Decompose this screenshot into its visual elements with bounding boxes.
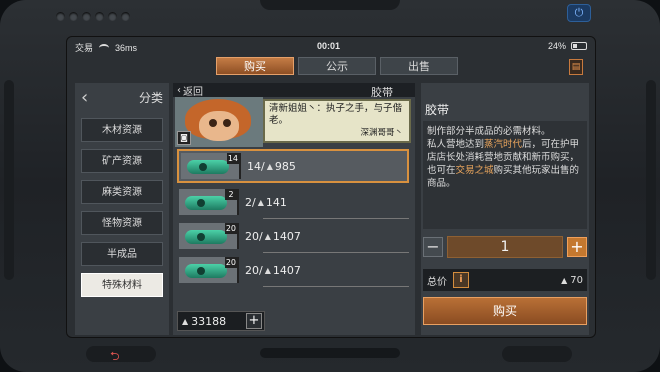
- detail-description: 制作部分半成品的必需材料。 私人营地达到蒸汽时代后，可在护甲店店长处消耗营地贡献…: [423, 121, 587, 229]
- item-stock: 2/: [245, 195, 256, 209]
- right-side-notch: [646, 80, 656, 280]
- category-sidebar: ‹ 分类 木材资源 矿产资源 麻类资源 怪物资源 半成品 特殊材料: [75, 83, 169, 335]
- sidebar-item-semi-finished[interactable]: 半成品: [81, 242, 163, 266]
- back-button[interactable]: ‹ 返回: [173, 83, 203, 98]
- return-button[interactable]: ⮌: [86, 346, 156, 363]
- coin-icon: ▲: [182, 316, 189, 326]
- tape-icon: 20: [179, 257, 239, 283]
- sidebar-item-wood[interactable]: 木材资源: [81, 118, 163, 142]
- sidebar-item-hemp[interactable]: 麻类资源: [81, 180, 163, 204]
- clock: 00:01: [317, 41, 341, 51]
- add-currency-button[interactable]: +: [246, 313, 262, 329]
- sidebar-title: 分类: [138, 90, 163, 105]
- total-label: 总价: [427, 276, 447, 288]
- bubble-message: 清新姐姐丶：执子之手，与子偕老。: [269, 103, 403, 126]
- speech-bubble: 清新姐姐丶：执子之手，与子偕老。 深渊哥哥丶: [263, 99, 411, 143]
- return-icon: ⮌: [110, 349, 120, 363]
- screen: 交易 36ms 00:01 24% 购买 公示 出售 ▤ ‹ 分类 木材资源 矿…: [66, 36, 596, 338]
- status-bar: 交易 36ms 00:01 24%: [67, 37, 595, 55]
- decrease-button[interactable]: −: [423, 237, 443, 257]
- bubble-signature: 深渊哥哥丶: [360, 128, 403, 138]
- chevron-left-icon[interactable]: ‹: [81, 87, 88, 108]
- wifi-icon: [99, 43, 110, 52]
- battery-icon: [571, 42, 587, 50]
- tab-sell[interactable]: 出售: [380, 57, 458, 75]
- sidebar-item-monster[interactable]: 怪物资源: [81, 211, 163, 235]
- item-price: 1407: [272, 263, 301, 277]
- carrier-label: 交易: [75, 43, 94, 53]
- device-frame: ⏻ 交易 36ms 00:01 24% 购买 公示 出售 ▤ ‹ 分类 木材资源…: [0, 0, 660, 372]
- list-item[interactable]: 2 2/▲ 141: [177, 185, 409, 219]
- tape-icon: 20: [179, 223, 239, 249]
- sidebar-item-special[interactable]: 特殊材料: [81, 273, 163, 297]
- item-stock: 20/: [245, 229, 263, 243]
- list-item[interactable]: 20 20/▲ 1407: [177, 253, 409, 287]
- info-icon[interactable]: i: [453, 272, 469, 288]
- tape-icon: 2: [179, 189, 239, 215]
- coin-icon: ▲: [264, 265, 271, 275]
- item-price: 1407: [272, 229, 301, 243]
- camera-icon[interactable]: ◙: [177, 131, 191, 145]
- list-item[interactable]: 14 14/▲ 985: [177, 149, 409, 183]
- item-price: 985: [274, 159, 296, 173]
- item-price: 141: [265, 195, 287, 209]
- increase-button[interactable]: +: [567, 237, 587, 257]
- item-stock: 20/: [245, 263, 263, 277]
- bottom-bar: [260, 348, 400, 358]
- item-list-panel: ‹ 返回 胶带 ◙ 清新姐姐丶：执子之手，与子偕老。 深渊哥哥丶 14 14/ …: [173, 83, 415, 335]
- left-side-notch: [4, 80, 14, 280]
- item-stock: 14/: [247, 159, 265, 173]
- wallet-amount: 33188: [191, 314, 227, 328]
- list-item[interactable]: 20 20/▲ 1407: [177, 219, 409, 253]
- tab-buy[interactable]: 购买: [216, 57, 294, 75]
- quantity-value[interactable]: 1: [447, 236, 563, 258]
- coin-icon: ▲: [264, 231, 271, 241]
- power-button[interactable]: ⏻: [567, 4, 591, 22]
- quantity-stepper: − 1 +: [423, 235, 587, 259]
- character-portrait: ◙: [175, 97, 263, 147]
- tab-announce[interactable]: 公示: [298, 57, 376, 75]
- list-header: ‹ 返回 胶带: [173, 83, 415, 99]
- record-icon[interactable]: ▤: [569, 59, 583, 75]
- power-icon: ⏻: [574, 6, 584, 19]
- market-tabs: 购买 公示 出售: [216, 57, 458, 75]
- speaker-dots: [56, 12, 130, 21]
- total-value: 70: [570, 274, 583, 286]
- coin-icon: ▲: [257, 197, 264, 207]
- total-price-row: 总价 i ▲ 70: [423, 269, 587, 291]
- sidebar-item-mineral[interactable]: 矿产资源: [81, 149, 163, 173]
- bottom-right-slot: [502, 346, 572, 362]
- latency-label: 36ms: [115, 42, 138, 53]
- coin-icon: ▲: [561, 275, 568, 285]
- chevron-left-icon: ‹: [177, 84, 181, 96]
- buy-button[interactable]: 购买: [423, 297, 587, 325]
- message-banner: ◙ 清新姐姐丶：执子之手，与子偕老。 深渊哥哥丶: [175, 97, 413, 147]
- coin-icon: ▲: [266, 161, 273, 171]
- wallet-balance: ▲ 33188 +: [177, 311, 265, 331]
- tape-icon: 14: [181, 153, 241, 179]
- battery-percent: 24%: [547, 41, 566, 51]
- back-label: 返回: [183, 86, 203, 98]
- top-notch: [260, 0, 400, 10]
- detail-title: 胶带: [425, 103, 450, 117]
- item-detail-panel: 胶带 制作部分半成品的必需材料。 私人营地达到蒸汽时代后，可在护甲店店长处消耗营…: [421, 83, 589, 335]
